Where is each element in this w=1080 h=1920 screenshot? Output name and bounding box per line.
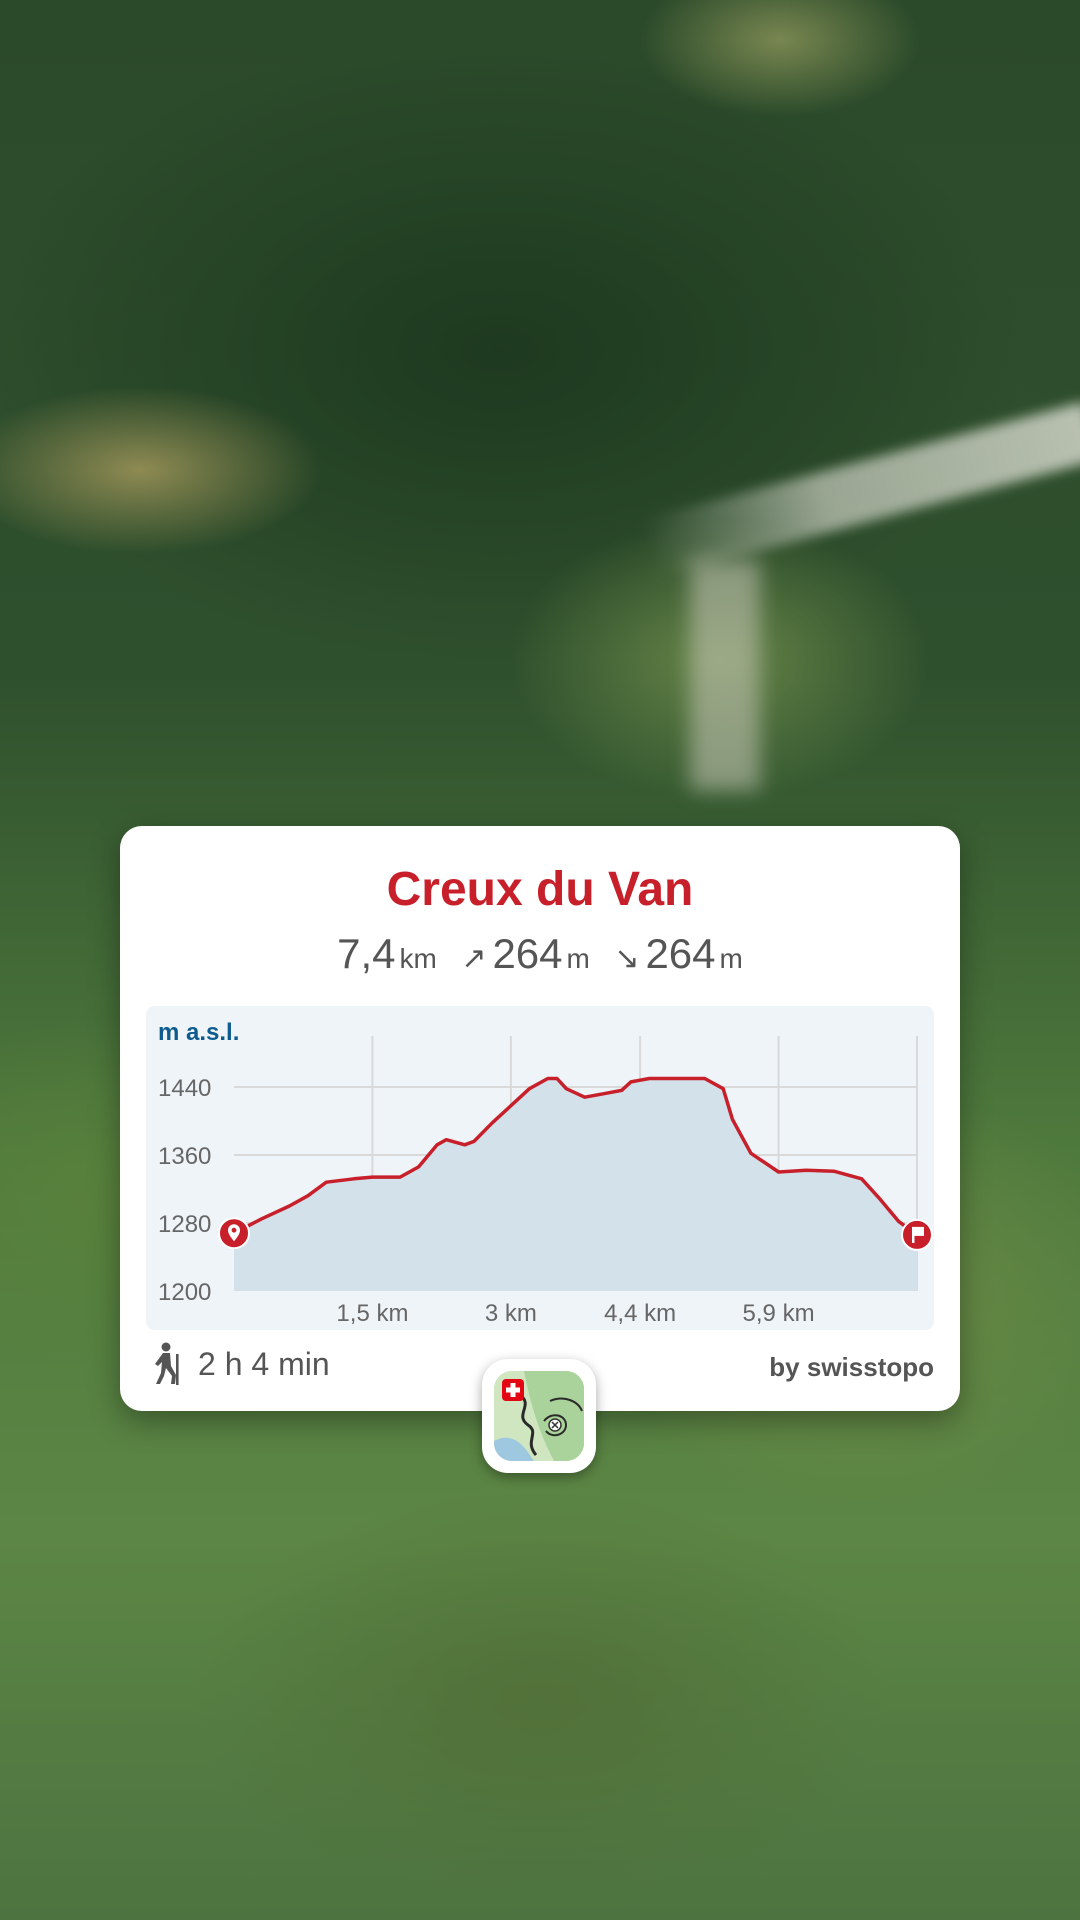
location-pin-dot <box>231 1227 237 1233</box>
x-tick-label: 4,4 km <box>604 1300 676 1327</box>
ascent-value: 264 <box>492 930 563 977</box>
route-stats: 7,4 km ↗ 264 m ↘ 264 m <box>120 930 960 978</box>
x-tick-label: 5,9 km <box>743 1300 815 1327</box>
y-tick-label: 1360 <box>158 1143 211 1170</box>
swisstopo-app-icon <box>494 1371 584 1461</box>
x-tick-label: 1,5 km <box>336 1300 408 1327</box>
ascent-arrow-icon: ↗ <box>461 942 487 975</box>
y-tick-label: 1280 <box>158 1211 211 1238</box>
y-axis-label: m a.s.l. <box>158 1019 239 1046</box>
ascent-unit: m <box>566 943 590 974</box>
distance-value: 7,4 <box>337 930 396 977</box>
duration-text: 2 h 4 min <box>198 1345 330 1382</box>
descent-value: 264 <box>645 930 716 977</box>
y-tick-label: 1200 <box>158 1279 211 1306</box>
attribution-text: by swisstopo <box>769 1352 934 1382</box>
topo-map-icon <box>494 1371 584 1461</box>
descent-unit: m <box>719 943 743 974</box>
x-tick-label: 3 km <box>485 1300 537 1327</box>
cliff-terrain <box>640 401 1080 579</box>
elevation-area <box>234 1078 917 1291</box>
y-tick-label: 1440 <box>158 1075 211 1102</box>
hike-summary-card[interactable]: Creux du Van 7,4 km ↗ 264 m ↘ 264 m m a.s.l. 1… <box>120 826 960 1411</box>
hiker-icon <box>155 1342 179 1385</box>
elevation-profile-svg: m a.s.l. 1200 1280 1360 1440 1,5 km 3 km 4,4 km… <box>158 1019 933 1327</box>
descent-arrow-icon: ↘ <box>614 942 640 975</box>
distance-unit: km <box>399 943 437 974</box>
duration-row: 2 h 4 min <box>152 1340 330 1388</box>
app-badge[interactable] <box>482 1359 596 1473</box>
cliff-terrain-scree <box>690 560 760 790</box>
route-title: Creux du Van <box>386 863 694 916</box>
flag-cloth <box>914 1226 924 1236</box>
elevation-profile-chart: m a.s.l. 1200 1280 1360 1440 1,5 km 3 km 4,4 km… <box>146 1006 934 1330</box>
